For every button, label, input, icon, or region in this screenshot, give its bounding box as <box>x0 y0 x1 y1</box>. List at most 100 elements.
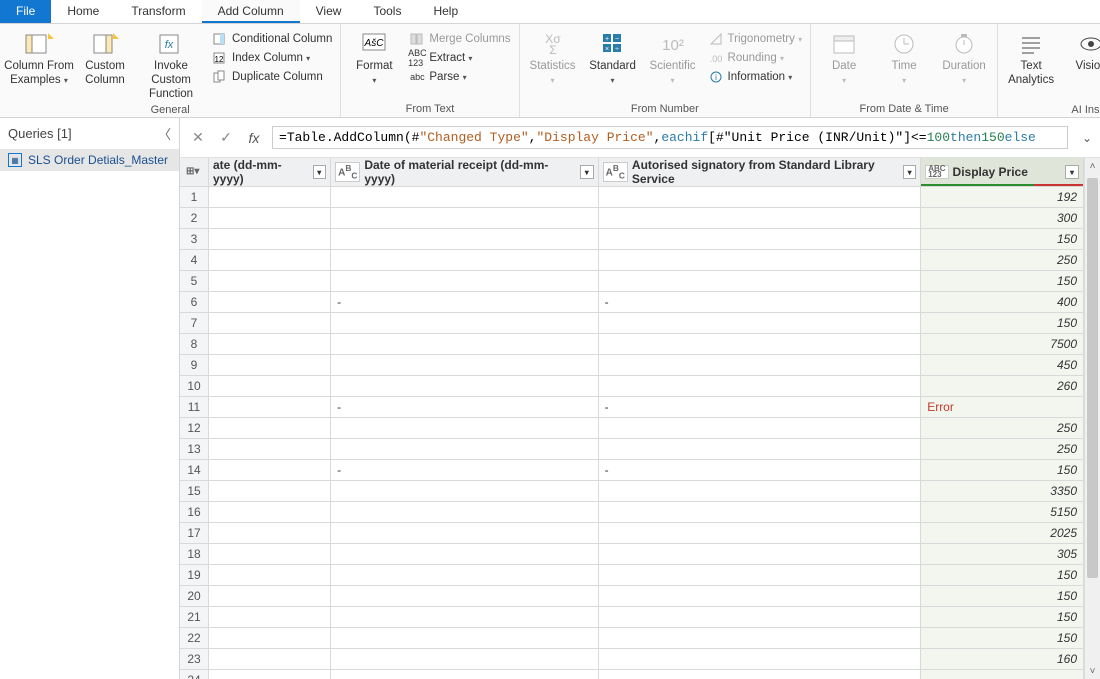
cell-signatory[interactable] <box>598 439 921 460</box>
row-number[interactable]: 18 <box>180 544 208 565</box>
cell-date[interactable] <box>208 460 330 481</box>
duplicate-column-button[interactable]: Duplicate Column <box>208 68 336 86</box>
cell-date[interactable] <box>208 292 330 313</box>
table-row[interactable]: 2300 <box>180 208 1084 229</box>
row-number[interactable]: 24 <box>180 670 208 679</box>
cell-date[interactable] <box>208 229 330 250</box>
cell-date[interactable] <box>208 565 330 586</box>
cell-signatory[interactable]: - <box>598 292 921 313</box>
row-number[interactable]: 6 <box>180 292 208 313</box>
cell-signatory[interactable] <box>598 418 921 439</box>
commit-formula-icon[interactable]: ✓ <box>216 128 236 148</box>
table-row[interactable]: 21150 <box>180 607 1084 628</box>
trigonometry-button[interactable]: Trigonometry <box>704 30 807 48</box>
table-row[interactable]: 18305 <box>180 544 1084 565</box>
cell-display-price[interactable] <box>921 670 1084 679</box>
cell-display-price[interactable]: 450 <box>921 355 1084 376</box>
cell-material-receipt[interactable] <box>331 355 599 376</box>
row-number[interactable]: 20 <box>180 586 208 607</box>
row-number[interactable]: 1 <box>180 187 208 208</box>
cell-display-price[interactable]: 150 <box>921 628 1084 649</box>
filter-icon[interactable]: ▾ <box>580 165 594 179</box>
column-from-examples-button[interactable]: Column From Examples <box>4 28 74 88</box>
parse-button[interactable]: abc Parse <box>405 68 514 86</box>
table-row[interactable]: 9 450 <box>180 355 1084 376</box>
cell-date[interactable] <box>208 523 330 544</box>
row-number[interactable]: 19 <box>180 565 208 586</box>
cell-date[interactable] <box>208 397 330 418</box>
cell-display-price[interactable]: 150 <box>921 565 1084 586</box>
cell-signatory[interactable] <box>598 649 921 670</box>
formula-input[interactable]: = Table.AddColumn(#"Changed Type", "Disp… <box>272 126 1068 149</box>
cell-material-receipt[interactable] <box>331 523 599 544</box>
cell-material-receipt[interactable] <box>331 187 599 208</box>
cell-date[interactable] <box>208 544 330 565</box>
cell-material-receipt[interactable] <box>331 544 599 565</box>
index-column-button[interactable]: 12 Index Column <box>208 49 336 67</box>
table-row[interactable]: 14--150 <box>180 460 1084 481</box>
cell-material-receipt[interactable]: - <box>331 292 599 313</box>
cell-material-receipt[interactable] <box>331 502 599 523</box>
cell-material-receipt[interactable] <box>331 250 599 271</box>
cell-signatory[interactable] <box>598 355 921 376</box>
format-button[interactable]: AšC Format <box>345 28 403 88</box>
menu-add-column[interactable]: Add Column <box>202 0 300 23</box>
duration-button[interactable]: Duration <box>935 28 993 88</box>
scroll-down-icon[interactable]: ˅ <box>1085 663 1100 679</box>
cell-date[interactable] <box>208 334 330 355</box>
cell-display-price[interactable]: 3350 <box>921 481 1084 502</box>
table-row[interactable]: 87500 <box>180 334 1084 355</box>
cell-material-receipt[interactable] <box>331 418 599 439</box>
cell-signatory[interactable] <box>598 502 921 523</box>
cell-display-price[interactable]: 150 <box>921 313 1084 334</box>
row-number[interactable]: 4 <box>180 250 208 271</box>
cell-material-receipt[interactable] <box>331 607 599 628</box>
cell-signatory[interactable] <box>598 670 921 679</box>
table-row[interactable]: 165150 <box>180 502 1084 523</box>
cell-signatory[interactable] <box>598 544 921 565</box>
table-row[interactable]: 3150 <box>180 229 1084 250</box>
cell-date[interactable] <box>208 376 330 397</box>
cell-display-price[interactable]: 160 <box>921 649 1084 670</box>
cell-material-receipt[interactable] <box>331 628 599 649</box>
table-row[interactable]: 7 150 <box>180 313 1084 334</box>
cell-date[interactable] <box>208 313 330 334</box>
cell-material-receipt[interactable] <box>331 670 599 679</box>
cell-display-price[interactable]: 150 <box>921 607 1084 628</box>
table-row[interactable]: 20150 <box>180 586 1084 607</box>
cell-material-receipt[interactable] <box>331 586 599 607</box>
cell-material-receipt[interactable] <box>331 649 599 670</box>
table-row[interactable]: 19 150 <box>180 565 1084 586</box>
cell-display-price[interactable]: 150 <box>921 460 1084 481</box>
menu-transform[interactable]: Transform <box>115 0 201 23</box>
filter-icon[interactable]: ▾ <box>313 165 327 179</box>
filter-icon[interactable]: ▾ <box>1065 165 1079 179</box>
column-header-display-price[interactable]: ABC123Display Price▾ <box>921 158 1084 187</box>
cell-display-price[interactable]: 250 <box>921 439 1084 460</box>
information-button[interactable]: i Information <box>704 68 807 86</box>
cell-material-receipt[interactable] <box>331 565 599 586</box>
vertical-scrollbar[interactable]: ˄ ˅ <box>1084 158 1100 679</box>
cell-date[interactable] <box>208 187 330 208</box>
row-number[interactable]: 14 <box>180 460 208 481</box>
row-number[interactable]: 10 <box>180 376 208 397</box>
row-number[interactable]: 5 <box>180 271 208 292</box>
cell-signatory[interactable] <box>598 313 921 334</box>
cell-date[interactable] <box>208 439 330 460</box>
cell-display-price[interactable]: 300 <box>921 208 1084 229</box>
cell-material-receipt[interactable] <box>331 229 599 250</box>
cell-signatory[interactable] <box>598 586 921 607</box>
cell-signatory[interactable] <box>598 229 921 250</box>
cell-material-receipt[interactable] <box>331 271 599 292</box>
row-number[interactable]: 8 <box>180 334 208 355</box>
menu-tools[interactable]: Tools <box>357 0 417 23</box>
cell-display-price[interactable]: 150 <box>921 229 1084 250</box>
cell-material-receipt[interactable]: - <box>331 460 599 481</box>
menu-file[interactable]: File <box>0 0 51 23</box>
cell-date[interactable] <box>208 271 330 292</box>
row-number[interactable]: 7 <box>180 313 208 334</box>
cell-display-price[interactable]: 5150 <box>921 502 1084 523</box>
cell-signatory[interactable] <box>598 187 921 208</box>
row-number[interactable]: 9 <box>180 355 208 376</box>
table-row[interactable]: 24 <box>180 670 1084 679</box>
